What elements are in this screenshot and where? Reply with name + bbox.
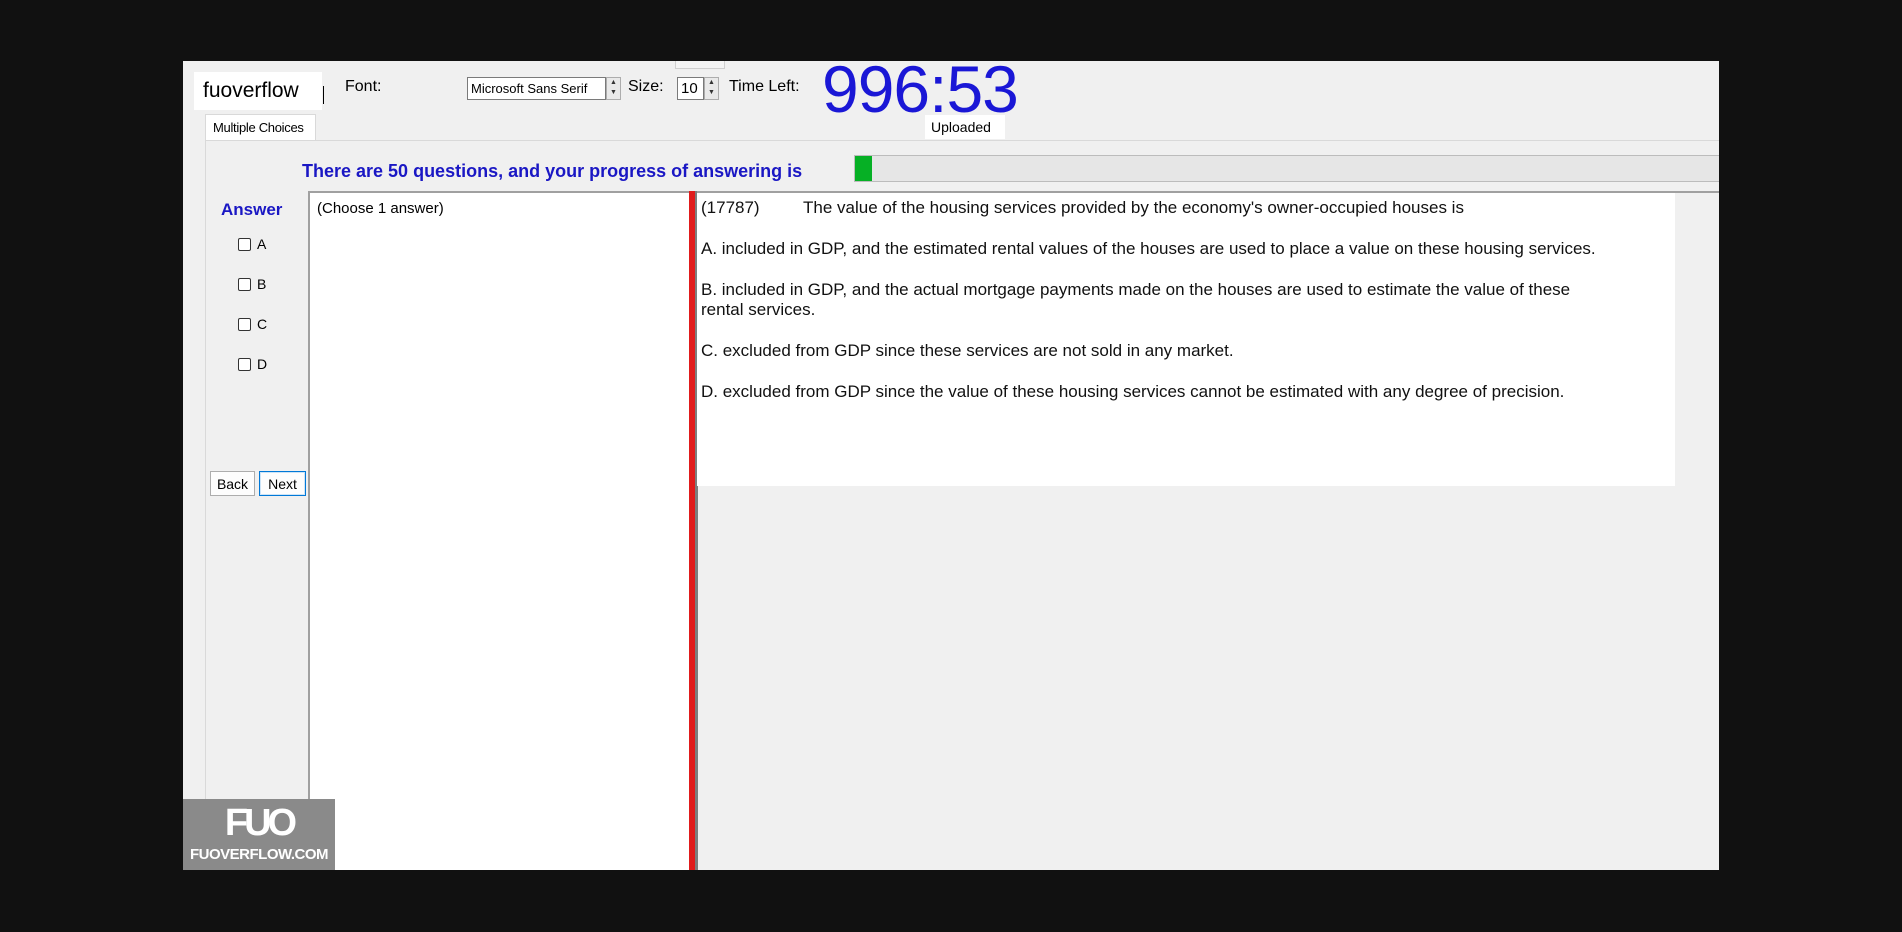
exam-window: fuoverflow Font: Microsoft Sans Serif ▲ … — [183, 61, 1719, 870]
next-button[interactable]: Next — [259, 471, 306, 496]
watermark-mark: FUO — [224, 802, 297, 844]
spin-down-icon[interactable]: ▼ — [607, 88, 620, 98]
question-panel: (17787) The value of the housing service… — [697, 191, 1675, 486]
progress-text: There are 50 questions, and your progres… — [302, 161, 803, 181]
checkbox-a[interactable] — [238, 237, 251, 251]
spin-down-icon[interactable]: ▼ — [705, 88, 718, 98]
answer-heading: Answer — [221, 200, 283, 219]
checkbox-b[interactable] — [238, 277, 251, 291]
checkbox-label: B — [257, 276, 267, 292]
font-select[interactable]: Microsoft Sans Serif — [467, 77, 606, 100]
upload-status: Uploaded — [925, 115, 1005, 139]
spin-up-icon[interactable]: ▲ — [607, 78, 620, 88]
checkbox-d[interactable] — [238, 357, 251, 371]
answer-option-d[interactable]: D — [238, 356, 267, 372]
watermark-logo: FUO FUOVERFLOW.COM — [183, 799, 335, 870]
spin-up-icon[interactable]: ▲ — [705, 78, 718, 88]
brand-label: fuoverflow — [194, 72, 322, 110]
answer-option-c[interactable]: C — [238, 316, 267, 332]
time-left-label: Time Left: — [729, 78, 800, 95]
checkbox-label: D — [257, 356, 268, 372]
progress-bar — [854, 155, 1719, 182]
font-spinner[interactable]: ▲ ▼ — [606, 77, 621, 100]
size-spinner[interactable]: ▲ ▼ — [704, 77, 719, 100]
tab-multiple-choices[interactable]: Multiple Choices — [205, 114, 316, 140]
checkbox-label: C — [257, 316, 268, 332]
font-label: Font: — [345, 78, 382, 95]
choose-hint: (Choose 1 answer) — [317, 200, 444, 217]
top-clipped-control — [675, 61, 725, 69]
back-button[interactable]: Back — [210, 471, 255, 496]
text-cursor — [323, 86, 324, 104]
checkbox-label: A — [257, 236, 267, 252]
progress-bar-fill — [855, 156, 873, 181]
question-option-b: B. included in GDP, and the actual mortg… — [701, 280, 1571, 319]
question-option-d: D. excluded from GDP since the value of … — [701, 382, 1565, 401]
watermark-site: FUOVERFLOW.COM — [190, 846, 329, 863]
question-option-a: A. included in GDP, and the estimated re… — [701, 239, 1596, 258]
panel-divider — [1675, 191, 1719, 193]
size-field[interactable]: 10 — [677, 77, 704, 100]
question-text: The value of the housing services provid… — [803, 198, 1464, 217]
answer-option-a[interactable]: A — [238, 236, 266, 252]
question-option-c: C. excluded from GDP since these service… — [701, 341, 1234, 360]
question-id: (17787) — [701, 198, 760, 217]
answer-option-b[interactable]: B — [238, 276, 266, 292]
checkbox-c[interactable] — [238, 317, 251, 331]
size-label: Size: — [628, 78, 664, 95]
answer-hint-panel: (Choose 1 answer) — [308, 191, 689, 870]
